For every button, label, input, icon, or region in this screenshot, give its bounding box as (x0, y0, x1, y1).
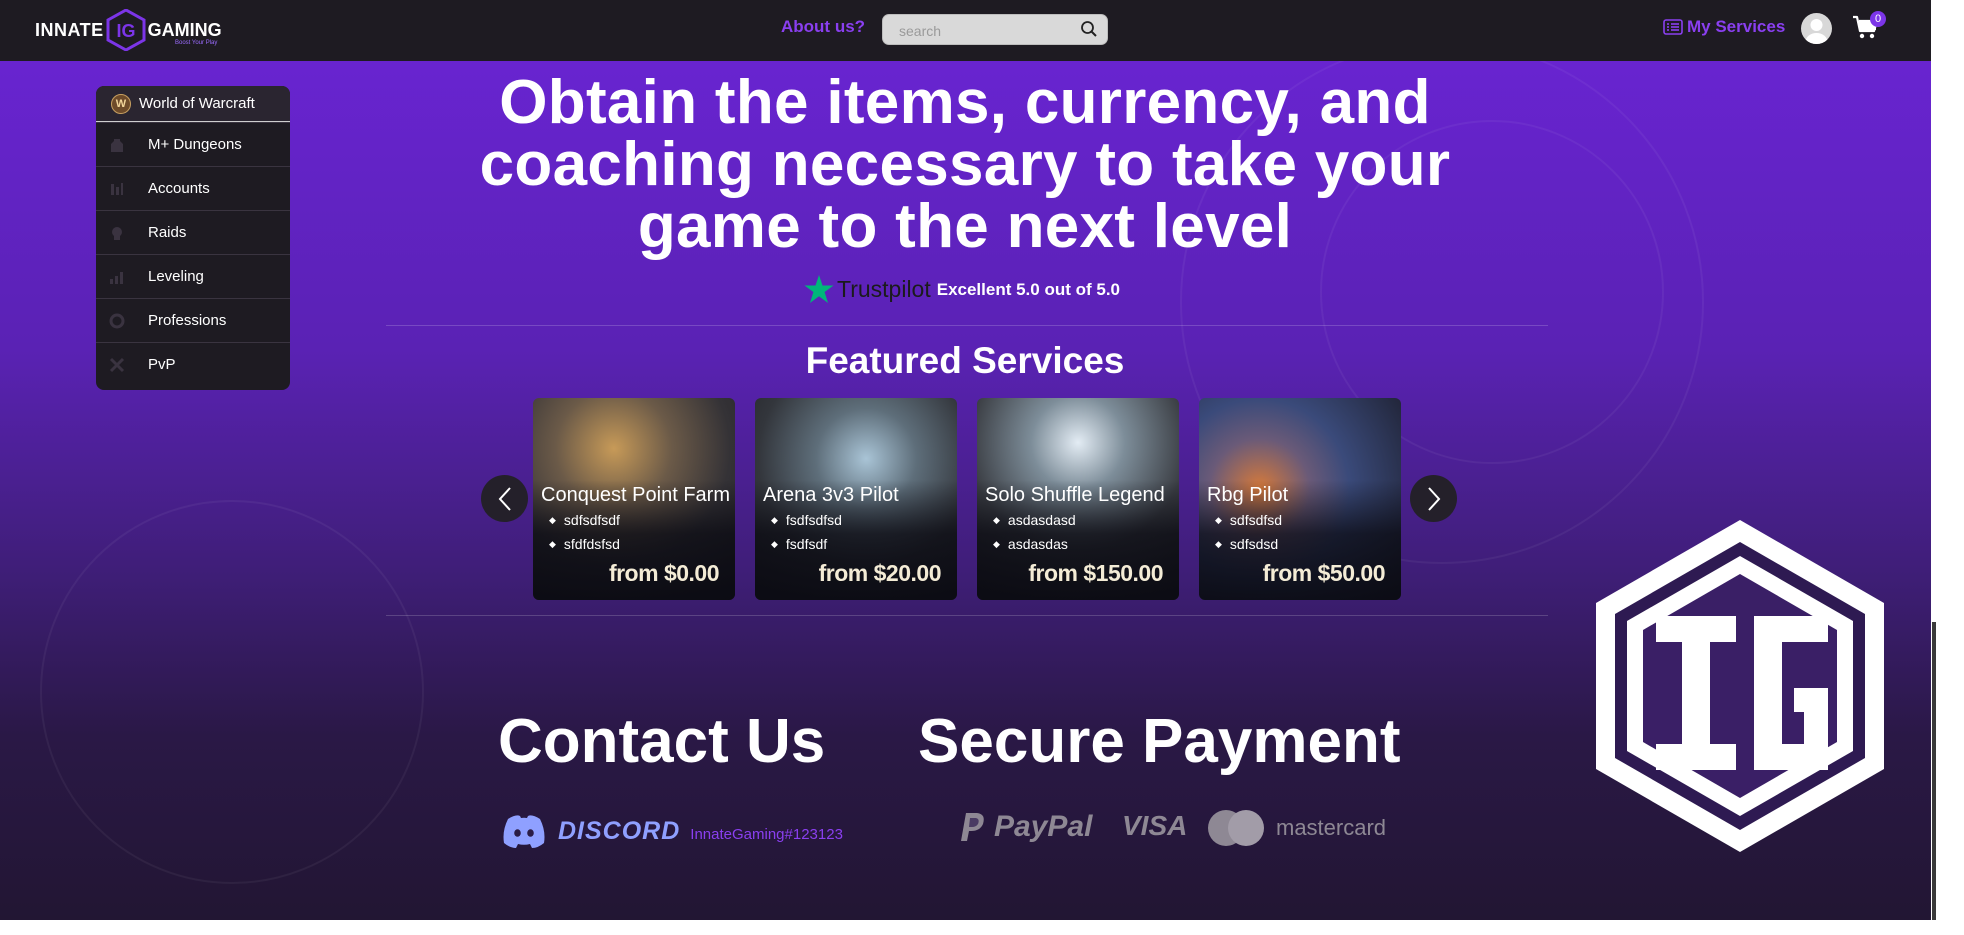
game-category-sidebar: W World of Warcraft M+ Dungeons Accounts… (96, 86, 290, 390)
trustpilot-brand: Trustpilot (837, 276, 931, 302)
professions-icon (109, 313, 125, 328)
mastercard-circle-icon (1228, 810, 1264, 846)
mastercard-logo: mastercard (1208, 810, 1386, 846)
ig-logo-icon: IG (106, 9, 146, 51)
about-us-link[interactable]: About us? (781, 17, 865, 37)
dungeon-icon (111, 138, 123, 152)
divider (386, 325, 1548, 326)
search-input[interactable] (897, 20, 1076, 42)
trustpilot-rating-text: Excellent 5.0 out of 5.0 (936, 279, 1121, 299)
sidebar-item-professions[interactable]: Professions (96, 298, 290, 342)
sidebar-item-raids[interactable]: Raids (96, 210, 290, 254)
card-feature: asdasdas (993, 536, 1068, 552)
card-price: from $150.00 (1028, 560, 1163, 586)
card-price: from $20.00 (818, 560, 942, 586)
sidebar-item-dungeons[interactable]: M+ Dungeons (96, 122, 290, 166)
user-avatar[interactable] (1801, 13, 1832, 44)
my-services-label: My Services (1687, 17, 1786, 36)
ig-brand-logo-icon (1596, 520, 1884, 852)
user-icon (1805, 19, 1828, 44)
card-title: Solo Shuffle Legend (985, 484, 1165, 506)
card-feature: sdfsdfsdf (549, 512, 620, 528)
paypal-logo: PayPal (958, 810, 1092, 844)
card-feature: sfdfdsfsd (549, 536, 620, 552)
paypal-icon (961, 813, 984, 841)
paypal-wordmark: PayPal (994, 810, 1093, 843)
sidebar-item-accounts[interactable]: Accounts (96, 166, 290, 210)
service-card[interactable]: Rbg Pilot sdfsdfsd sdfsdsd from $50.00 (1199, 398, 1401, 600)
card-feature: fsdfsdfsd (771, 512, 842, 528)
logo-text-left: INNATE (35, 19, 104, 40)
search-icon[interactable] (1080, 20, 1098, 38)
sidebar-item-label: Leveling (148, 268, 204, 285)
carousel-prev-button[interactable] (481, 475, 528, 522)
services-list-icon (1663, 19, 1683, 35)
leveling-icon (110, 271, 123, 284)
divider (386, 615, 1548, 616)
card-title: Arena 3v3 Pilot (763, 484, 899, 506)
top-navigation-bar: INNATE IG GAMING Boost Your Play About u… (0, 0, 1931, 61)
raid-icon (112, 226, 122, 240)
chevron-right-icon (1427, 486, 1440, 511)
sidebar-item-pvp[interactable]: PvP (96, 342, 290, 386)
background-decoration (40, 500, 424, 884)
hero-headline: Obtain the items, currency, and coaching… (400, 72, 1530, 258)
carousel-next-button[interactable] (1410, 475, 1457, 522)
card-feature: asdasdasd (993, 512, 1076, 528)
secure-payment-title: Secure Payment (918, 707, 1401, 776)
sidebar-item-label: Accounts (148, 180, 210, 197)
visa-logo: VISA (1122, 810, 1187, 842)
page-background: INNATE IG GAMING Boost Your Play About u… (0, 0, 1931, 920)
search-box (882, 14, 1108, 45)
visa-wordmark: VISA (1122, 810, 1188, 841)
hero-line: coaching necessary to take your (479, 130, 1451, 199)
sidebar-item-label: Professions (148, 312, 227, 329)
card-price: from $50.00 (1262, 560, 1386, 586)
logo-tagline: Boost Your Play (175, 40, 218, 46)
discord-contact[interactable]: DISCORD InnateGaming#123123 (502, 813, 843, 849)
hero-line: game to the next level (637, 192, 1293, 261)
card-feature: sdfsdfsd (1215, 512, 1282, 528)
sidebar-item-leveling[interactable]: Leveling (96, 254, 290, 298)
service-card[interactable]: Arena 3v3 Pilot fsdfsdfsd fsdfsdf from $… (755, 398, 957, 600)
cart-count-badge: 0 (1870, 11, 1886, 27)
discord-tag[interactable]: InnateGaming#123123 (690, 826, 843, 843)
my-services-link[interactable]: My Services (1663, 17, 1785, 37)
trustpilot-rating[interactable]: Trustpilot Excellent 5.0 out of 5.0 (804, 275, 1120, 304)
card-title: Conquest Point Farm (541, 484, 730, 506)
service-card[interactable]: Conquest Point Farm sdfsdfsdf sfdfdsfsd … (533, 398, 735, 600)
sidebar-game-selector[interactable]: W World of Warcraft (96, 86, 290, 122)
card-feature: sdfsdsd (1215, 536, 1278, 552)
card-price: from $0.00 (608, 560, 720, 586)
chevron-left-icon (498, 486, 511, 511)
sidebar-item-label: Raids (148, 224, 187, 241)
pvp-icon (109, 357, 125, 372)
card-feature: fsdfsdf (771, 536, 827, 552)
card-title: Rbg Pilot (1207, 484, 1289, 506)
discord-icon (503, 815, 545, 848)
featured-services-title: Featured Services (805, 340, 1125, 381)
site-logo[interactable]: INNATE IG GAMING Boost Your Play (35, 9, 222, 51)
contact-us-title: Contact Us (498, 707, 826, 776)
mastercard-wordmark: mastercard (1276, 815, 1387, 840)
sidebar-item-label: M+ Dungeons (148, 136, 242, 153)
hero-line: Obtain the items, currency, and (499, 68, 1431, 137)
sidebar-item-label: PvP (148, 356, 176, 373)
trustpilot-star-icon (804, 275, 834, 303)
sidebar-game-title: World of Warcraft (139, 95, 255, 112)
service-card[interactable]: Solo Shuffle Legend asdasdasd asdasdas f… (977, 398, 1179, 600)
page-scrollbar[interactable] (1932, 622, 1936, 920)
logo-text-right: GAMING (147, 19, 222, 40)
discord-wordmark: DISCORD (558, 816, 681, 845)
wow-icon: W (111, 93, 131, 114)
svg-text:IG: IG (116, 21, 135, 41)
accounts-icon (111, 182, 123, 195)
